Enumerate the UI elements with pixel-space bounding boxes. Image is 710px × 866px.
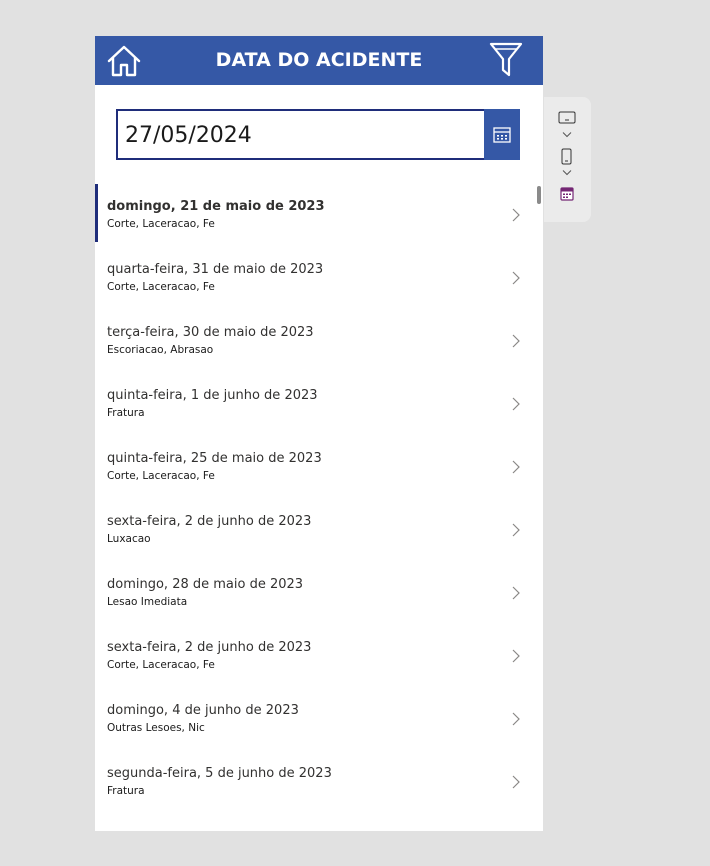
chevron-right-icon[interactable] bbox=[511, 523, 521, 537]
list-item[interactable]: segunda-feira, 5 de junho de 2023 Fratur… bbox=[95, 751, 543, 814]
page-title: DATA DO ACIDENTE bbox=[215, 49, 423, 71]
chevron-right-icon[interactable] bbox=[511, 397, 521, 411]
phone-portrait-icon[interactable] bbox=[561, 148, 572, 165]
list-item[interactable]: quinta-feira, 1 de junho de 2023 Fratura bbox=[95, 373, 543, 436]
filter-icon[interactable] bbox=[489, 41, 523, 79]
chevron-right-icon[interactable] bbox=[511, 334, 521, 348]
calendar-icon bbox=[493, 126, 511, 143]
list-item[interactable]: sexta-feira, 2 de junho de 2023 Corte, L… bbox=[95, 625, 543, 688]
list-item[interactable]: domingo, 28 de maio de 2023 Lesao Imedia… bbox=[95, 562, 543, 625]
list-item-date: sexta-feira, 2 de junho de 2023 bbox=[107, 640, 312, 655]
chevron-right-icon[interactable] bbox=[511, 712, 521, 726]
list-item-type: Outras Lesoes, Nic bbox=[107, 722, 205, 734]
chevron-right-icon[interactable] bbox=[511, 271, 521, 285]
date-picker[interactable] bbox=[116, 109, 520, 160]
chevron-right-icon[interactable] bbox=[511, 460, 521, 474]
list-item-date: domingo, 28 de maio de 2023 bbox=[107, 577, 304, 592]
list-item-type: Corte, Laceracao, Fe bbox=[107, 218, 215, 230]
list-item[interactable]: sexta-feira, 2 de junho de 2023 Luxacao bbox=[95, 499, 543, 562]
list-item-type: Corte, Laceracao, Fe bbox=[107, 470, 215, 482]
list-item[interactable]: quarta-feira, 31 de maio de 2023 Corte, … bbox=[95, 247, 543, 310]
list-item-date: domingo, 4 de junho de 2023 bbox=[107, 703, 299, 718]
list-item-type: Lesao Imediata bbox=[107, 596, 188, 608]
list-item-date: sexta-feira, 2 de junho de 2023 bbox=[107, 514, 312, 529]
list-item-type: Fratura bbox=[107, 407, 145, 419]
list-item[interactable]: quinta-feira, 25 de maio de 2023 Corte, … bbox=[95, 436, 543, 499]
calendar-app-icon[interactable] bbox=[560, 187, 574, 201]
chevron-right-icon[interactable] bbox=[511, 649, 521, 663]
calendar-button[interactable] bbox=[484, 109, 520, 160]
app-header: DATA DO ACIDENTE bbox=[95, 36, 543, 85]
list-item-date: quinta-feira, 25 de maio de 2023 bbox=[107, 451, 322, 466]
list-item[interactable]: terça-feira, 30 de maio de 2023 Escoriac… bbox=[95, 310, 543, 373]
scrollbar-thumb[interactable] bbox=[537, 186, 541, 204]
list-item-type: Fratura bbox=[107, 785, 145, 797]
list-item[interactable]: domingo, 21 de maio de 2023 Corte, Lacer… bbox=[95, 184, 543, 247]
accident-list: domingo, 21 de maio de 2023 Corte, Lacer… bbox=[95, 184, 543, 814]
list-item-type: Luxacao bbox=[107, 533, 151, 545]
list-item-date: quinta-feira, 1 de junho de 2023 bbox=[107, 388, 318, 403]
list-item-type: Corte, Laceracao, Fe bbox=[107, 659, 215, 671]
list-item-type: Corte, Laceracao, Fe bbox=[107, 281, 215, 293]
chevron-right-icon[interactable] bbox=[511, 775, 521, 789]
date-input[interactable] bbox=[125, 117, 480, 153]
selection-indicator bbox=[95, 184, 98, 242]
tablet-landscape-icon[interactable] bbox=[558, 111, 576, 124]
chevron-down-icon[interactable] bbox=[562, 131, 572, 138]
chevron-right-icon[interactable] bbox=[511, 208, 521, 222]
app-screen: DATA DO ACIDENTE domingo, 21 de maio de … bbox=[95, 36, 543, 831]
chevron-right-icon[interactable] bbox=[511, 586, 521, 600]
chevron-down-icon[interactable] bbox=[562, 169, 572, 176]
list-item-date: quarta-feira, 31 de maio de 2023 bbox=[107, 262, 324, 277]
list-item-type: Escoriacao, Abrasao bbox=[107, 344, 214, 356]
list-item-date: segunda-feira, 5 de junho de 2023 bbox=[107, 766, 332, 781]
device-side-panel bbox=[544, 97, 591, 222]
list-item-date: domingo, 21 de maio de 2023 bbox=[107, 199, 325, 214]
list-item-date: terça-feira, 30 de maio de 2023 bbox=[107, 325, 314, 340]
list-item[interactable]: domingo, 4 de junho de 2023 Outras Lesoe… bbox=[95, 688, 543, 751]
